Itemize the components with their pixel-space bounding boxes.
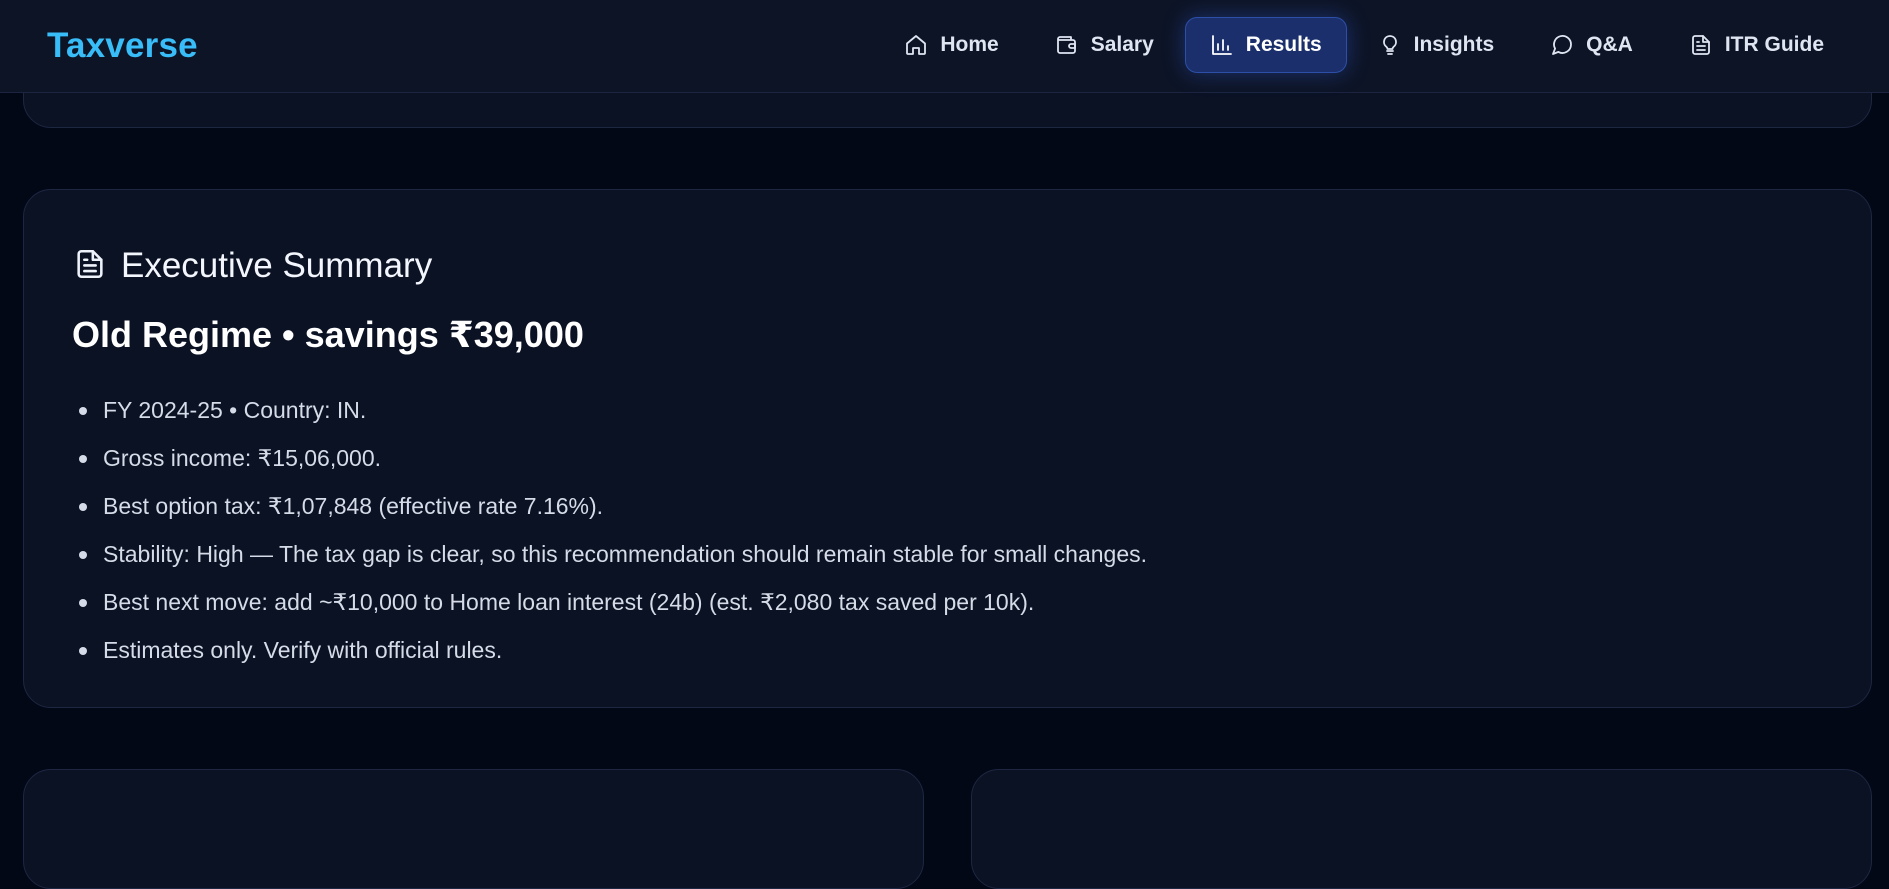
lower-left-card bbox=[23, 769, 924, 889]
list-item: Best next move: add ~₹10,000 to Home loa… bbox=[74, 578, 1147, 626]
nav-results-label: Results bbox=[1245, 33, 1322, 56]
nav-home-label: Home bbox=[940, 33, 999, 56]
list-item: Gross income: ₹15,06,000. bbox=[74, 434, 1147, 482]
list-item: Estimates only. Verify with official rul… bbox=[74, 626, 1147, 674]
summary-bullet-list: FY 2024-25 • Country: IN. Gross income: … bbox=[74, 386, 1147, 674]
nav-insights-label: Insights bbox=[1413, 33, 1495, 56]
nav-insights[interactable]: Insights bbox=[1353, 17, 1520, 73]
summary-header: Executive Summary bbox=[73, 246, 432, 286]
nav-salary[interactable]: Salary bbox=[1030, 17, 1179, 73]
recommendation-headline: Old Regime • savings ₹39,000 bbox=[72, 314, 584, 355]
document-icon bbox=[1689, 33, 1713, 57]
nav-qa-label: Q&A bbox=[1586, 33, 1633, 56]
main-nav: Home Salary Results Insights Q&A ITR Gui… bbox=[879, 17, 1849, 73]
bar-chart-icon bbox=[1210, 33, 1234, 57]
chat-bubble-icon bbox=[1550, 33, 1574, 57]
brand-logo[interactable]: Taxverse bbox=[47, 26, 198, 66]
list-item: Stability: High — The tax gap is clear, … bbox=[74, 530, 1147, 578]
list-item: Best option tax: ₹1,07,848 (effective ra… bbox=[74, 482, 1147, 530]
nav-results[interactable]: Results bbox=[1184, 17, 1347, 73]
nav-salary-label: Salary bbox=[1090, 33, 1154, 56]
lightbulb-icon bbox=[1378, 33, 1402, 57]
list-item: FY 2024-25 • Country: IN. bbox=[74, 386, 1147, 434]
wallet-icon bbox=[1055, 33, 1079, 57]
nav-itr-guide-label: ITR Guide bbox=[1724, 33, 1824, 56]
home-icon bbox=[904, 33, 928, 57]
document-icon bbox=[73, 247, 107, 286]
summary-title: Executive Summary bbox=[121, 246, 433, 285]
top-navigation-bar: Taxverse Home Salary Results Insights Q&… bbox=[0, 0, 1889, 93]
nav-qa[interactable]: Q&A bbox=[1525, 17, 1658, 73]
nav-itr-guide[interactable]: ITR Guide bbox=[1664, 17, 1849, 73]
executive-summary-card: Executive Summary Old Regime • savings ₹… bbox=[23, 189, 1872, 708]
nav-home[interactable]: Home bbox=[879, 17, 1023, 73]
lower-right-card bbox=[971, 769, 1872, 889]
